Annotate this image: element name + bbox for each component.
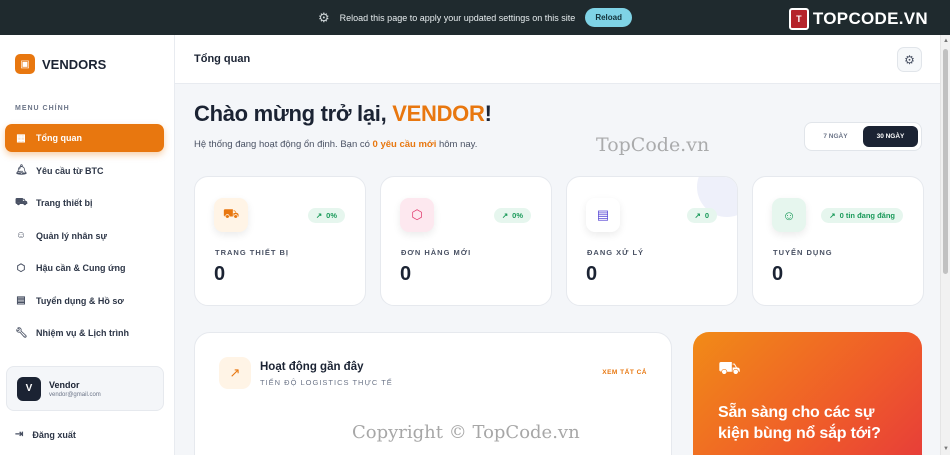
welcome-name: VENDOR bbox=[392, 101, 485, 126]
users-icon: ☺ bbox=[15, 230, 27, 241]
scrollbar-thumb[interactable] bbox=[943, 49, 948, 274]
settings-button[interactable]: ⚙ bbox=[897, 47, 922, 72]
stat-card-new-orders[interactable]: ⬡ ↗ 0% ĐƠN HÀNG MỚI 0 bbox=[380, 176, 552, 306]
promo-text: Sẵn sàng cho các sự kiện bùng nổ sắp tới… bbox=[718, 404, 881, 442]
stat-card-processing[interactable]: ▤ ↗ 0 ĐANG XỬ LÝ 0 bbox=[566, 176, 738, 306]
subtitle-prefix: Hệ thống đang hoạt động ổn định. Bạn có bbox=[194, 139, 373, 150]
sidebar-item-overview[interactable]: ▦ Tổng quan bbox=[5, 124, 164, 152]
truck-icon: ⛟ bbox=[15, 196, 28, 208]
stat-cards: ⛟ ↗ 0% TRANG THIẾT BỊ 0 ⬡ ↗ 0% ĐƠN HÀNG MỚ… bbox=[194, 176, 924, 306]
gear-icon: ⚙ bbox=[318, 9, 330, 25]
topcode-logo-icon: T bbox=[788, 8, 809, 30]
trend-up-icon: ↗ bbox=[219, 357, 251, 389]
trend-badge: ↗ 0% bbox=[493, 208, 531, 223]
stat-card-recruitment[interactable]: ☺ ↗ 0 tin đang đăng TUYỂN DỤNG 0 bbox=[752, 176, 924, 306]
truck-icon: ⛟ bbox=[214, 198, 248, 232]
logout-button[interactable]: ⇥ Đăng xuất bbox=[15, 429, 76, 440]
welcome-subtitle: Hệ thống đang hoạt động ổn định. Bạn có … bbox=[194, 139, 477, 150]
stat-label: TRANG THIẾT BỊ bbox=[215, 248, 289, 257]
new-requests-count: 0 yêu cầu mới bbox=[372, 139, 437, 150]
subtitle-suffix: hôm nay. bbox=[436, 139, 478, 150]
top-header: Tổng quan ⚙ bbox=[175, 35, 940, 84]
users-icon: ☺ bbox=[772, 198, 806, 232]
reload-button[interactable]: Reload bbox=[585, 8, 632, 27]
stat-label: ĐANG XỬ LÝ bbox=[587, 248, 645, 257]
truck-icon: ⛟ bbox=[718, 358, 741, 378]
scroll-down-icon[interactable]: ▼ bbox=[943, 446, 949, 452]
sidebar-item-btc-requests[interactable]: 🔔︎ Yêu cầu từ BTC bbox=[5, 157, 164, 185]
trend-badge: ↗ 0% bbox=[307, 208, 345, 223]
center-watermark: TopCode.vn bbox=[596, 134, 710, 156]
sidebar-item-label: Trang thiết bị bbox=[36, 198, 93, 208]
activity-title: Hoạt động gần đây bbox=[260, 361, 364, 373]
logout-icon: ⇥ bbox=[15, 429, 24, 440]
stat-value: 0 bbox=[400, 263, 412, 285]
box-icon: ⬡ bbox=[16, 262, 26, 274]
trend-up-icon: ↗ bbox=[315, 211, 323, 220]
sidebar-item-recruitment[interactable]: ▤ Tuyển dụng & Hồ sơ bbox=[5, 287, 164, 315]
recent-activity-card: ↗ Hoạt động gần đây TIẾN ĐỘ LOGISTICS TH… bbox=[194, 332, 672, 455]
promo-card[interactable]: ⛟ Sẵn sàng cho các sự kiện bùng nổ sắp t… bbox=[693, 332, 922, 455]
trend-up-icon: ↗ bbox=[829, 211, 836, 220]
sidebar-item-equipment[interactable]: ⛟ Trang thiết bị bbox=[5, 189, 164, 217]
gear-icon: ⚙ bbox=[904, 52, 915, 67]
sidebar-item-label: Hậu cần & Cung ứng bbox=[36, 263, 126, 273]
wrench-icon: 🔧︎ bbox=[15, 327, 28, 339]
trend-badge: ↗ 0 tin đang đăng bbox=[821, 208, 903, 223]
sidebar-item-label: Tuyển dụng & Hồ sơ bbox=[36, 295, 124, 306]
notice-message: Reload this page to apply your updated s… bbox=[339, 12, 576, 23]
menu-section-title: MENU CHÍNH bbox=[15, 105, 70, 112]
brand-name: VENDORS bbox=[42, 56, 107, 72]
page-scrollbar[interactable]: ▲ ▼ bbox=[940, 35, 950, 455]
range-option-7-days[interactable]: 7 NGÀY bbox=[808, 126, 863, 147]
stat-value: 0 bbox=[214, 263, 226, 285]
sidebar-item-label: Tổng quan bbox=[36, 133, 82, 143]
range-option-30-days[interactable]: 30 NGÀY bbox=[863, 126, 918, 147]
truck-logo-icon: ▣ bbox=[15, 54, 35, 74]
trend-value: 0 tin đang đăng bbox=[839, 211, 895, 220]
sidebar-item-label: Quản lý nhân sự bbox=[36, 230, 108, 241]
activity-subtitle: TIẾN ĐỘ LOGISTICS THỰC TẾ bbox=[260, 378, 393, 387]
page-title: Tổng quan bbox=[194, 53, 251, 65]
user-email: vendor@gmail.com bbox=[49, 391, 101, 398]
trend-value: 0 bbox=[704, 211, 709, 220]
bell-icon: 🔔︎ bbox=[15, 165, 28, 176]
user-name: Vendor bbox=[49, 379, 80, 390]
sidebar-item-logistics[interactable]: ⬡ Hậu cần & Cung ứng bbox=[5, 254, 164, 282]
brand-logo[interactable]: ▣ VENDORS bbox=[15, 54, 106, 74]
scroll-up-icon[interactable]: ▲ bbox=[943, 38, 949, 44]
topcode-watermark-logo: T TOPCODE.VN bbox=[788, 8, 928, 30]
clipboard-icon: ▤ bbox=[586, 198, 620, 232]
welcome-suffix: ! bbox=[484, 101, 492, 126]
stat-value: 0 bbox=[586, 263, 598, 285]
grid-icon: ▦ bbox=[16, 132, 26, 144]
sidebar-item-staff[interactable]: ☺ Quản lý nhân sự bbox=[5, 222, 164, 250]
view-all-link[interactable]: XEM TẤT CẢ bbox=[602, 369, 647, 376]
sidebar-item-label: Nhiệm vụ & Lịch trình bbox=[36, 328, 130, 338]
clipboard-icon: ▤ bbox=[16, 295, 26, 306]
welcome-heading: Chào mừng trở lại, VENDOR! bbox=[194, 101, 492, 127]
trend-up-icon: ↗ bbox=[501, 211, 509, 220]
sidebar-nav: ▦ Tổng quan 🔔︎ Yêu cầu từ BTC ⛟ Trang th… bbox=[5, 124, 164, 352]
date-range-toggle: 7 NGÀY 30 NGÀY bbox=[804, 122, 922, 151]
box-icon: ⬡ bbox=[400, 198, 434, 232]
sidebar-item-tasks[interactable]: 🔧︎ Nhiệm vụ & Lịch trình bbox=[5, 319, 164, 347]
stat-value: 0 bbox=[772, 263, 784, 285]
trend-value: 0% bbox=[326, 211, 337, 220]
topcode-logo-text: TOPCODE.VN bbox=[812, 9, 928, 28]
avatar: V bbox=[17, 376, 41, 401]
sidebar: ▣ VENDORS MENU CHÍNH ▦ Tổng quan 🔔︎ Yêu … bbox=[0, 35, 175, 455]
stat-label: ĐƠN HÀNG MỚI bbox=[401, 248, 472, 257]
stat-label: TUYỂN DỤNG bbox=[773, 248, 833, 257]
welcome-prefix: Chào mừng trở lại, bbox=[194, 101, 393, 126]
stat-card-equipment[interactable]: ⛟ ↗ 0% TRANG THIẾT BỊ 0 bbox=[194, 176, 366, 306]
trend-value: 0% bbox=[512, 211, 523, 220]
trend-up-icon: ↗ bbox=[694, 211, 701, 220]
trend-badge: ↗ 0 bbox=[686, 208, 717, 223]
logout-label: Đăng xuất bbox=[32, 429, 76, 440]
user-profile-card[interactable]: V Vendor vendor@gmail.com bbox=[6, 366, 164, 411]
sidebar-item-label: Yêu cầu từ BTC bbox=[36, 165, 104, 176]
